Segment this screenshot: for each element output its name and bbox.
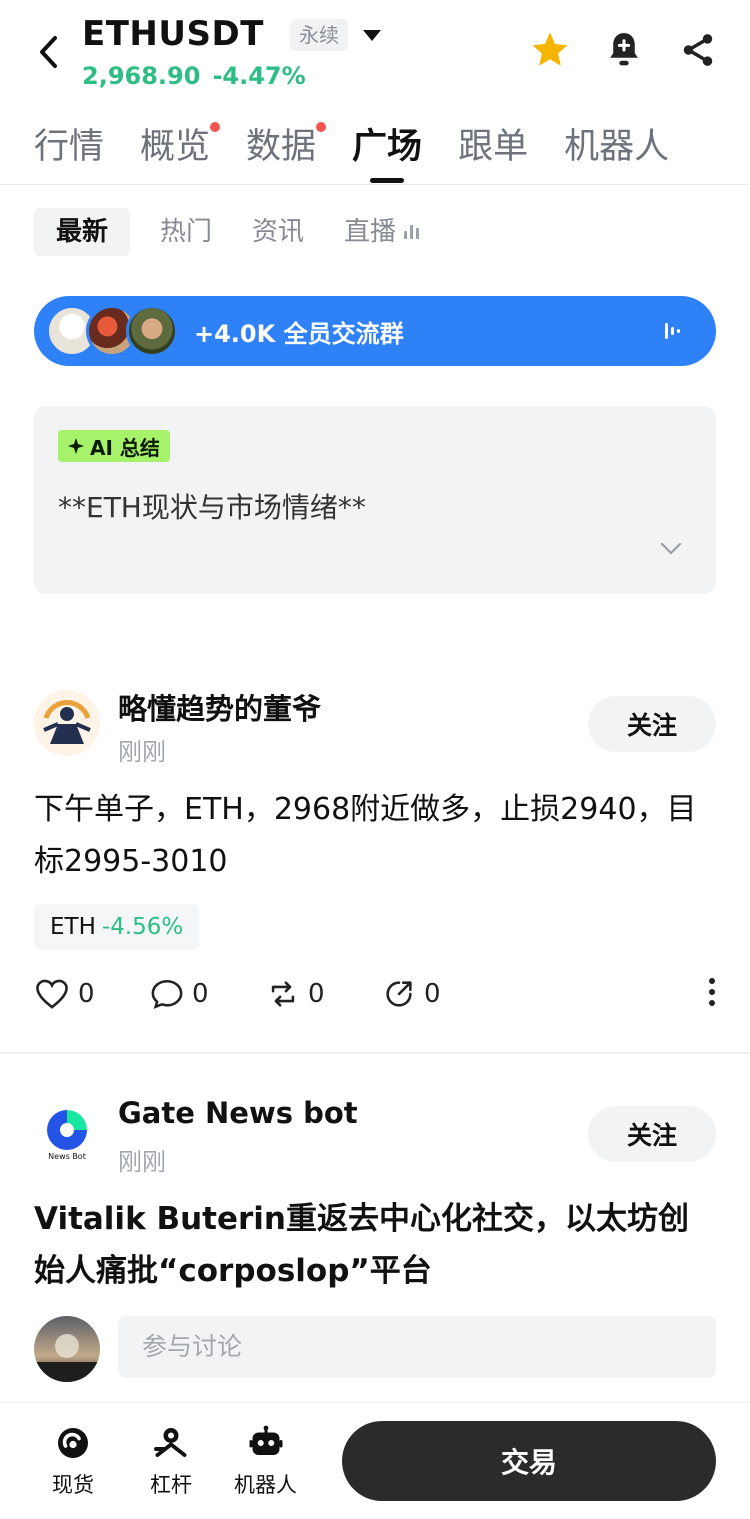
tab-overview[interactable]: 概览 [140, 118, 221, 178]
post-time: 刚刚 [118, 738, 166, 766]
group-chat-label: +4.0K 全员交流群 [194, 319, 404, 348]
margin-label: 杠杆 [150, 1473, 192, 1497]
tab-label: 概览 [140, 127, 211, 167]
main-tabs: 行情 概览 数据 广场 跟单 机器人 [34, 118, 750, 188]
news-headline[interactable]: Vitalik Buterin重返去中心化社交，以太坊创始人痛批“corposl… [34, 1193, 716, 1297]
subtab-news[interactable]: 资讯 [252, 208, 314, 256]
comment-input[interactable]: 参与讨论 [118, 1316, 716, 1378]
author-avatar-image [34, 690, 100, 756]
symbol-dropdown-button[interactable] [360, 26, 384, 46]
post-body: 下午单子，ETH，2968附近做多，止损2940，目标2995-3010 [34, 792, 697, 879]
bell-plus-icon [610, 33, 638, 66]
user-avatar-image [34, 1316, 100, 1382]
avatar [126, 305, 178, 357]
member-avatars [46, 305, 186, 357]
last-price: 2,968.90 [82, 62, 201, 90]
voice-wave-icon [665, 323, 680, 339]
share-icon [683, 34, 713, 66]
heart-icon [36, 979, 68, 1009]
avatar[interactable] [34, 690, 100, 756]
repost-button[interactable]: 0 [266, 978, 382, 1010]
tab-label: 行情 [34, 127, 105, 167]
author-name[interactable]: Gate News bot [118, 1096, 358, 1130]
subtab-hot[interactable]: 热门 [160, 208, 222, 256]
robot-button[interactable]: 机器人 [234, 1425, 297, 1499]
spot-icon [58, 1428, 88, 1458]
tab-market[interactable]: 行情 [34, 118, 104, 178]
tab-label: 数据 [246, 127, 317, 167]
live-bars-icon [404, 225, 420, 239]
sparkle-icon [68, 438, 84, 454]
symbol-title[interactable]: ETHUSDT [82, 14, 264, 54]
price-alert-button[interactable] [602, 28, 646, 72]
like-button[interactable]: 0 [34, 978, 150, 1010]
caret-down-icon [363, 30, 381, 41]
tab-label: 跟单 [458, 127, 529, 167]
margin-icon [154, 1428, 187, 1457]
post-time: 刚刚 [118, 1148, 166, 1176]
like-count: 0 [78, 979, 95, 1009]
tab-square[interactable]: 广场 [352, 118, 423, 183]
notification-dot [210, 122, 221, 132]
share-post-button[interactable]: 0 [382, 977, 498, 1011]
more-vertical-icon[interactable] [708, 976, 716, 1008]
share-arrow-icon [386, 981, 412, 1007]
ticker-symbol: ETH [50, 914, 96, 940]
tab-bots[interactable]: 机器人 [564, 118, 669, 178]
news-bot-caption: News Bot [48, 1152, 86, 1161]
post-actions: 0 0 0 0 [34, 974, 716, 1014]
ai-summary-text: **ETH现状与市场情绪** [58, 491, 366, 524]
follow-button[interactable]: 关注 [588, 696, 716, 752]
author-name[interactable]: 略懂趋势的董爷 [118, 686, 321, 728]
group-chat-banner[interactable]: +4.0K 全员交流群 [34, 296, 716, 366]
tab-data[interactable]: 数据 [246, 118, 327, 178]
header: ETHUSDT 永续 2,968.90 -4.47% [0, 0, 750, 110]
back-arrow-icon [40, 36, 57, 68]
active-tab-indicator [370, 178, 405, 183]
bottom-bar: 现货 杠杆 机器人 交易 [0, 1402, 750, 1519]
sub-tabs: 最新 热门 资讯 直播 [34, 208, 429, 258]
margin-button[interactable]: 杠杆 [150, 1425, 192, 1499]
price-change: -4.47% [212, 62, 306, 90]
contract-type-badge: 永续 [290, 19, 348, 51]
back-button[interactable] [30, 30, 66, 74]
follow-button[interactable]: 关注 [588, 1106, 716, 1162]
comment-icon [151, 979, 183, 1009]
ai-summary-card[interactable]: AI 总结 **ETH现状与市场情绪** [34, 406, 716, 594]
favorite-button[interactable] [528, 28, 572, 72]
ai-summary-badge: AI 总结 [58, 430, 170, 462]
robot-icon [249, 1425, 282, 1455]
spot-button[interactable]: 现货 [52, 1425, 94, 1499]
chevron-down-icon[interactable] [660, 542, 682, 556]
subtab-latest[interactable]: 最新 [34, 208, 131, 256]
star-icon [532, 32, 568, 66]
divider [0, 1052, 750, 1054]
robot-label: 机器人 [234, 1473, 297, 1497]
trade-button[interactable]: 交易 [342, 1421, 716, 1501]
avatar[interactable]: News Bot [34, 1100, 100, 1166]
divider [0, 184, 750, 185]
notification-dot [316, 122, 327, 132]
spot-label: 现货 [52, 1473, 94, 1497]
price-line: 2,968.90 -4.47% [82, 62, 306, 90]
tab-label: 广场 [352, 127, 423, 167]
user-avatar[interactable] [34, 1316, 100, 1382]
tab-copy-trading[interactable]: 跟单 [458, 118, 528, 178]
comment-button[interactable]: 0 [150, 978, 266, 1010]
ai-badge-label: AI 总结 [90, 435, 160, 460]
subtab-live-label: 直播 [344, 217, 397, 247]
tab-label: 机器人 [564, 127, 670, 167]
share-count: 0 [424, 979, 441, 1009]
subtab-live[interactable]: 直播 [344, 208, 429, 256]
tabs-fade [690, 118, 750, 178]
comment-count: 0 [192, 979, 209, 1009]
repost-count: 0 [308, 979, 325, 1009]
share-button[interactable] [676, 28, 720, 72]
repost-icon [271, 981, 295, 1007]
ticker-change: -4.56% [101, 914, 184, 940]
ticker-tag[interactable]: ETH -4.56% [34, 904, 200, 950]
